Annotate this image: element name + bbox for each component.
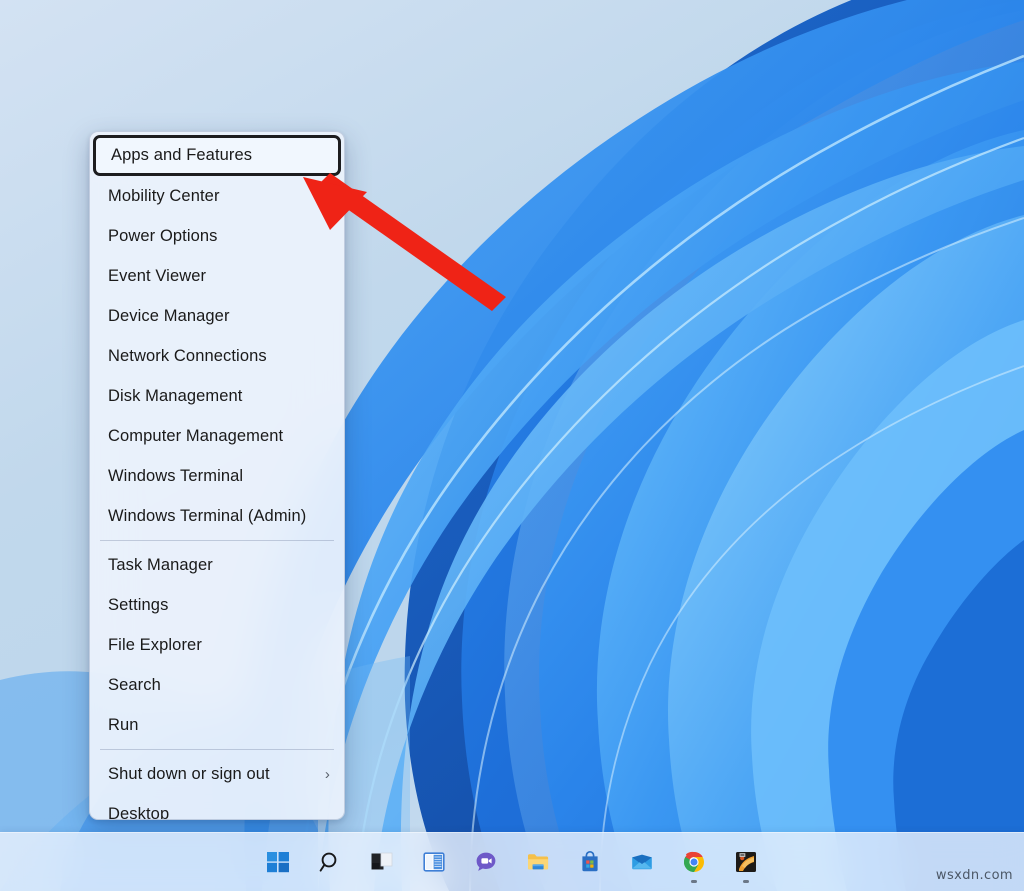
menu-item-desktop[interactable]: Desktop bbox=[90, 794, 344, 820]
menu-item-label: Desktop bbox=[108, 805, 330, 821]
menu-item-label: Event Viewer bbox=[108, 267, 330, 286]
search-icon bbox=[318, 850, 342, 874]
taskbar-file-explorer-button[interactable] bbox=[516, 840, 560, 884]
widgets-icon bbox=[422, 850, 446, 874]
menu-item-network-connections[interactable]: Network Connections bbox=[90, 336, 344, 376]
menu-item-label: Settings bbox=[108, 596, 330, 615]
menu-item-label: Shut down or sign out bbox=[108, 765, 317, 784]
chrome-icon bbox=[682, 850, 706, 874]
folder-icon bbox=[526, 850, 550, 874]
store-bag-icon bbox=[578, 850, 602, 874]
taskbar[interactable] bbox=[0, 832, 1024, 891]
menu-item-label: Disk Management bbox=[108, 387, 330, 406]
menu-item-label: Windows Terminal bbox=[108, 467, 330, 486]
menu-item-power-options[interactable]: Power Options bbox=[90, 216, 344, 256]
menu-item-label: Windows Terminal (Admin) bbox=[108, 507, 330, 526]
menu-separator bbox=[100, 540, 334, 541]
menu-item-task-manager[interactable]: Task Manager bbox=[90, 545, 344, 585]
media-player-icon bbox=[734, 850, 758, 874]
menu-item-label: Task Manager bbox=[108, 556, 330, 575]
chat-teams-icon bbox=[474, 850, 498, 874]
desktop-screen: Apps and Features Mobility Center Power … bbox=[0, 0, 1024, 891]
taskbar-microsoft-store-button[interactable] bbox=[568, 840, 612, 884]
menu-item-label: Run bbox=[108, 716, 330, 735]
menu-separator bbox=[100, 749, 334, 750]
taskbar-search-button[interactable] bbox=[308, 840, 352, 884]
menu-item-label: Device Manager bbox=[108, 307, 330, 326]
taskbar-widgets-button[interactable] bbox=[412, 840, 456, 884]
menu-item-apps-and-features[interactable]: Apps and Features bbox=[93, 135, 341, 176]
menu-item-windows-terminal[interactable]: Windows Terminal bbox=[90, 456, 344, 496]
menu-item-event-viewer[interactable]: Event Viewer bbox=[90, 256, 344, 296]
chevron-right-icon: › bbox=[325, 767, 330, 782]
windows-logo-icon bbox=[266, 850, 290, 874]
taskbar-task-view-button[interactable] bbox=[360, 840, 404, 884]
menu-item-label: Apps and Features bbox=[111, 146, 324, 165]
menu-item-windows-terminal-admin[interactable]: Windows Terminal (Admin) bbox=[90, 496, 344, 536]
menu-item-computer-management[interactable]: Computer Management bbox=[90, 416, 344, 456]
menu-item-label: Mobility Center bbox=[108, 187, 330, 206]
menu-item-label: Computer Management bbox=[108, 427, 330, 446]
menu-item-file-explorer[interactable]: File Explorer bbox=[90, 625, 344, 665]
menu-item-disk-management[interactable]: Disk Management bbox=[90, 376, 344, 416]
menu-item-label: Network Connections bbox=[108, 347, 330, 366]
taskbar-google-chrome-button[interactable] bbox=[672, 840, 716, 884]
taskbar-mail-button[interactable] bbox=[620, 840, 664, 884]
menu-item-label: Power Options bbox=[108, 227, 330, 246]
menu-item-settings[interactable]: Settings bbox=[90, 585, 344, 625]
task-view-icon bbox=[370, 850, 394, 874]
taskbar-start-button[interactable] bbox=[256, 840, 300, 884]
menu-item-search[interactable]: Search bbox=[90, 665, 344, 705]
running-indicator bbox=[743, 880, 749, 883]
menu-item-shut-down-or-sign-out[interactable]: Shut down or sign out › bbox=[90, 754, 344, 794]
menu-item-mobility-center[interactable]: Mobility Center bbox=[90, 176, 344, 216]
menu-item-label: Search bbox=[108, 676, 330, 695]
menu-item-run[interactable]: Run bbox=[90, 705, 344, 745]
taskbar-media-player-button[interactable] bbox=[724, 840, 768, 884]
win-x-context-menu[interactable]: Apps and Features Mobility Center Power … bbox=[89, 131, 345, 820]
running-indicator bbox=[691, 880, 697, 883]
menu-item-label: File Explorer bbox=[108, 636, 330, 655]
menu-item-device-manager[interactable]: Device Manager bbox=[90, 296, 344, 336]
site-watermark: wsxdn.com bbox=[936, 868, 1013, 883]
mail-envelope-icon bbox=[630, 850, 654, 874]
taskbar-chat-button[interactable] bbox=[464, 840, 508, 884]
